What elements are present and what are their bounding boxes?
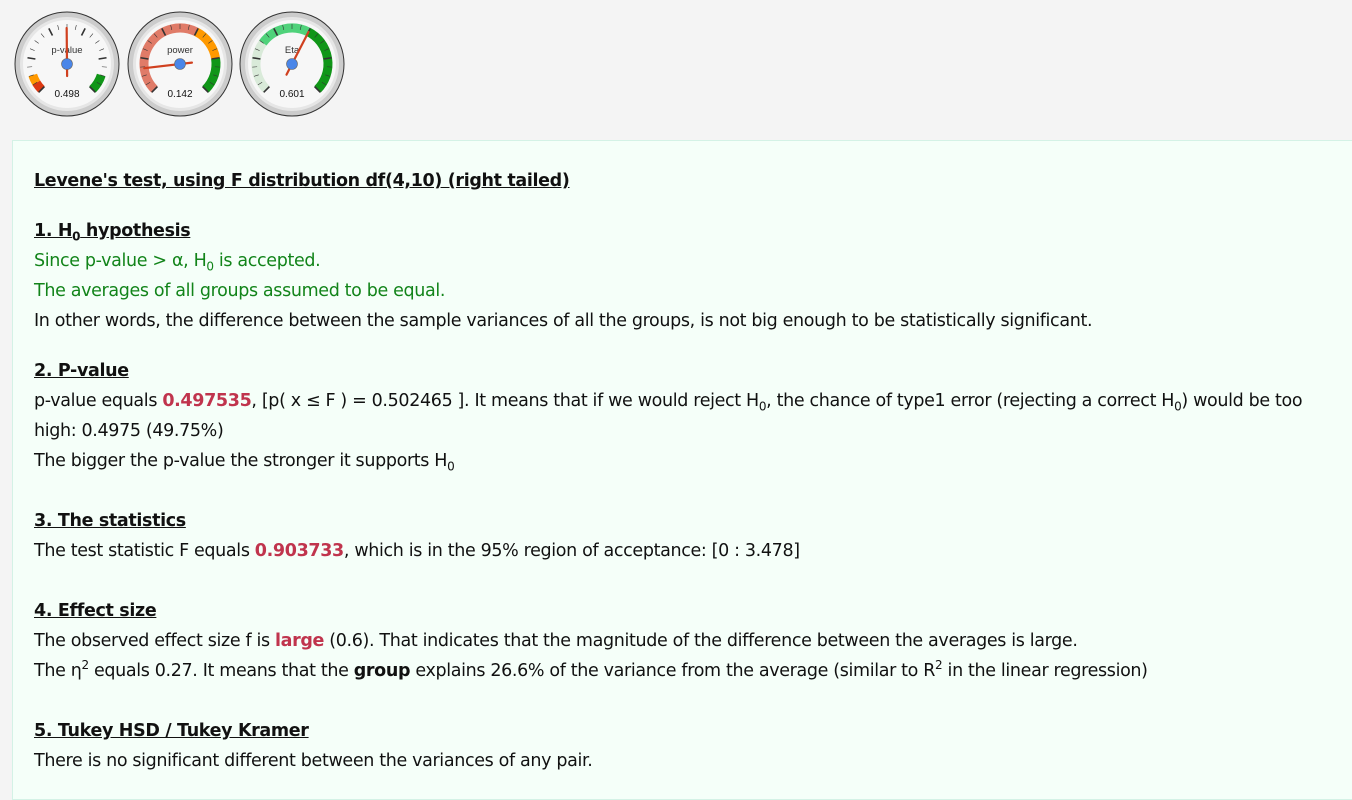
gauge-hub (287, 59, 298, 70)
gauge-band (36, 83, 41, 90)
hypothesis-explanation: In other words, the difference between t… (34, 306, 1344, 336)
report-title: Levene's test, using F distribution df(4… (34, 166, 1344, 196)
gauge-band (33, 75, 37, 83)
power-gauge: power 0.142 (127, 11, 233, 117)
eta-gauge: Eta0.601 (239, 11, 345, 117)
gauge-label: power (167, 45, 193, 56)
section-tukey-heading: 5. Tukey HSD / Tukey Kramer (34, 716, 1344, 746)
section-pvalue-heading: 2. P-value (34, 356, 1344, 386)
pvalue-text: p-value equals 0.497535, [p( x ≤ F ) = 0… (34, 386, 1344, 446)
gauge-value: 0.601 (279, 89, 304, 100)
tukey-text: There is no significant different betwee… (34, 746, 1344, 776)
gauge-value: 0.498 (54, 89, 79, 100)
hypothesis-conclusion: The averages of all groups assumed to be… (34, 276, 1344, 306)
statistics-text: The test statistic F equals 0.903733, wh… (34, 536, 1344, 566)
gauge-hub (62, 59, 73, 70)
results-panel: Levene's test, using F distribution df(4… (12, 140, 1352, 800)
section-effect-size-heading: 4. Effect size (34, 596, 1344, 626)
gauge-value: 0.142 (167, 89, 192, 100)
section-hypothesis-heading: 1. H0 hypothesis (34, 216, 1344, 246)
pvalue-note: The bigger the p-value the stronger it s… (34, 446, 1344, 476)
gauge-hub (175, 59, 186, 70)
section-statistics-heading: 3. The statistics (34, 506, 1344, 536)
p-value-gauge: p-value0.498 (14, 11, 120, 117)
hypothesis-result: Since p-value > α, H0 is accepted. (34, 246, 1344, 276)
eta-squared-text: The η2 equals 0.27. It means that the gr… (34, 656, 1344, 686)
effect-size-text: The observed effect size f is large (0.6… (34, 626, 1344, 656)
